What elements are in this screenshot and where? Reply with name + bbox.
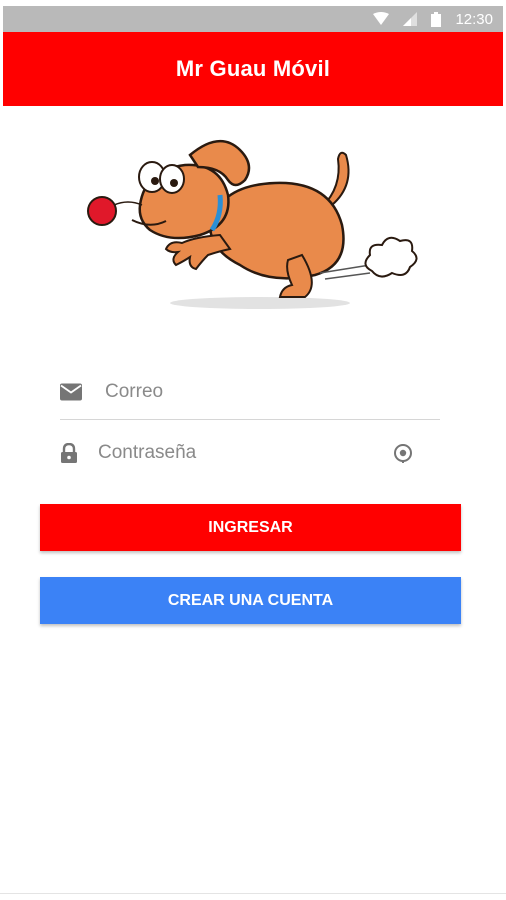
app-title: Mr Guau Móvil [175, 56, 331, 81]
eye-toggle-icon[interactable] [392, 442, 414, 464]
password-input[interactable] [98, 442, 368, 464]
login-screen: 12:30 Mr Guau Móvil Correo INGRESAR CREA… [0, 0, 506, 900]
email-field [60, 365, 440, 420]
password-field [60, 430, 440, 476]
app-bar: Mr Guau Móvil [3, 32, 503, 106]
mail-icon [60, 383, 82, 401]
wifi-icon [373, 12, 390, 25]
status-time: 12:30 [455, 10, 493, 28]
bottom-divider [0, 893, 506, 894]
email-input[interactable] [105, 381, 425, 403]
dog-mascot-illustration [87, 140, 418, 309]
status-bar: 12:30 [3, 6, 503, 32]
signal-icon [403, 12, 418, 26]
battery-icon [431, 11, 442, 27]
create-account-button[interactable]: CREAR UNA CUENTA [40, 577, 461, 624]
login-button[interactable]: INGRESAR [40, 504, 461, 551]
lock-icon [61, 443, 77, 463]
